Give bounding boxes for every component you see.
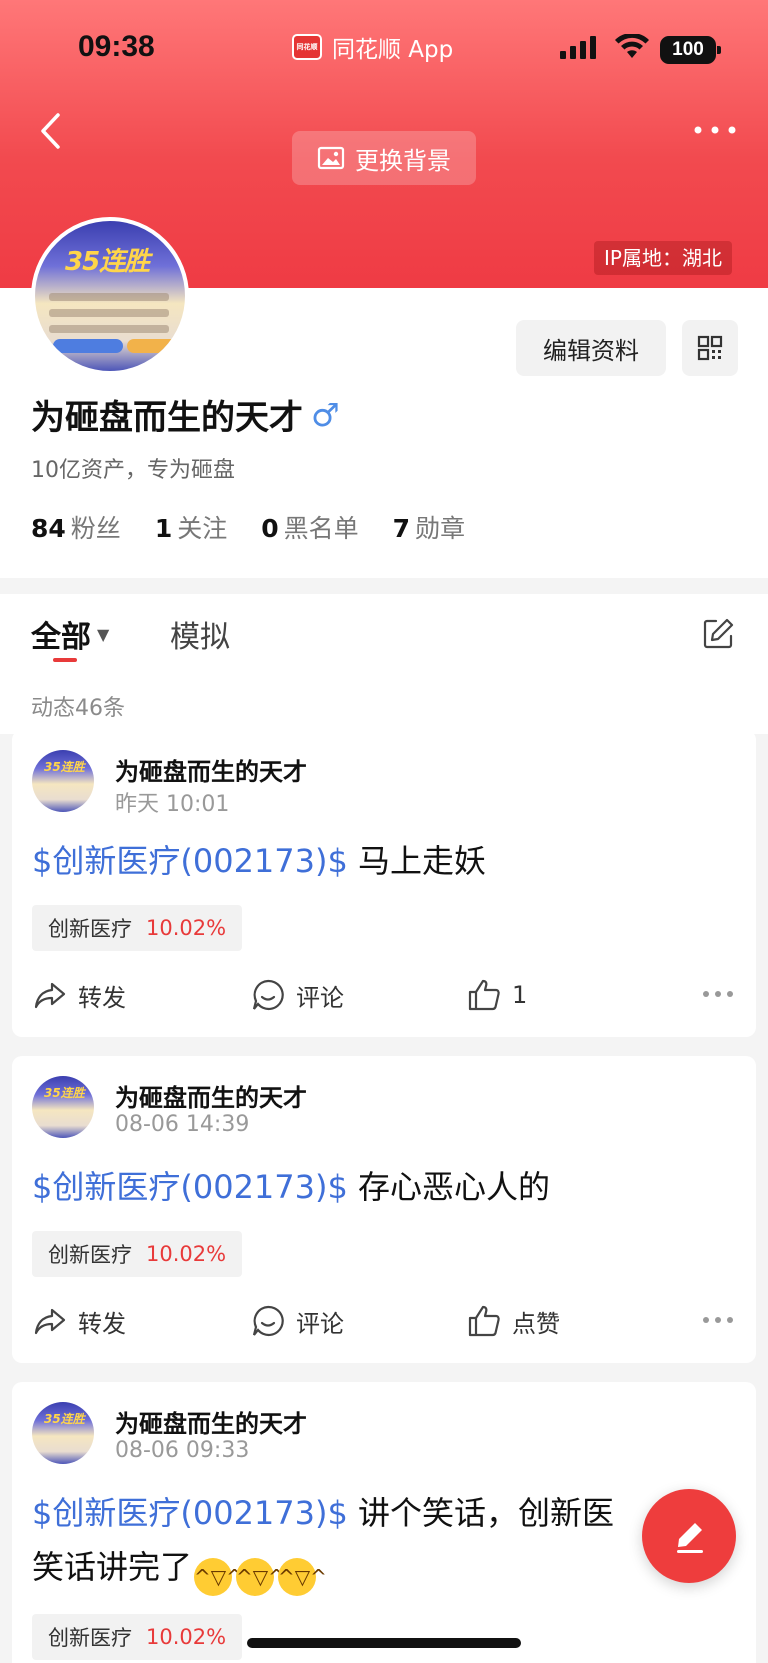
repost-button[interactable]: 转发 [32,1301,126,1341]
thumbs-up-icon [468,979,500,1011]
post-time: 08-06 14:39 [115,1112,250,1137]
image-icon [317,146,345,170]
post-time: 昨天 10:01 [115,792,230,817]
profile-bio: 10亿资产，专为砸盘 [31,458,235,483]
male-gender-icon: ♂ [311,395,340,434]
ip-location-badge: IP属地：湖北 [594,241,732,275]
pencil-icon [677,1523,703,1553]
tab-simulation[interactable]: 模拟 [170,612,230,656]
profile-stats: 84 粉丝 1 关注 0 黑名单 7 勋章 [31,509,465,545]
comment-icon [252,979,284,1011]
post-content[interactable]: $创新医疗(002173)$ 马上走妖 [32,834,736,888]
status-bar: 09:38 同花顺 同花顺 App 100 [0,0,768,100]
repost-button[interactable]: 转发 [32,975,126,1015]
stat-following[interactable]: 1 关注 [155,509,227,545]
stat-medals[interactable]: 7 勋章 [393,509,465,545]
tab-all[interactable]: 全部 ▼ [31,612,109,656]
post-more-icon[interactable] [700,1305,736,1335]
stock-link[interactable]: $创新医疗(002173)$ [32,1494,348,1532]
profile-nickname: 为砸盘而生的天才 ♂ [31,395,340,439]
stat-followers[interactable]: 84 粉丝 [31,509,121,545]
post-author[interactable]: 为砸盘而生的天才 [115,752,307,787]
post-content[interactable]: $创新医疗(002173)$ 存心恶心人的 [32,1160,736,1214]
edit-icon[interactable] [700,616,736,652]
qr-code-button[interactable] [682,320,738,376]
wifi-icon [615,34,649,58]
app-logo-icon: 同花顺 [292,34,322,60]
edit-profile-button[interactable]: 编辑资料 [516,320,666,376]
caret-down-icon: ▼ [97,624,110,644]
post-avatar[interactable]: 35连胜 [32,750,94,812]
stock-link[interactable]: $创新医疗(002173)$ [32,842,348,880]
back-button[interactable] [30,106,70,156]
comment-icon [252,1305,284,1337]
cellular-signal-icon [560,36,596,59]
share-icon [34,1308,66,1335]
stock-chip[interactable]: 创新医疗 10.02% [32,905,243,951]
like-button[interactable]: 1 [466,975,527,1015]
post-author[interactable]: 为砸盘而生的天才 [115,1404,307,1439]
stat-blacklist[interactable]: 0 黑名单 [261,509,358,545]
change-background-label: 更换背景 [355,146,451,175]
laughing-emoji-icon: ^▽^ [194,1558,243,1596]
thumbs-up-icon [468,1305,500,1337]
laughing-emoji-icon: ^▽^ [278,1558,327,1596]
comment-button[interactable]: 评论 [250,975,344,1015]
qr-code-icon [697,335,723,361]
post-card[interactable]: 35连胜 为砸盘而生的天才 昨天 10:01 $创新医疗(002173)$ 马上… [12,730,756,1037]
post-card[interactable]: 35连胜 为砸盘而生的天才 08-06 14:39 $创新医疗(002173)$… [12,1056,756,1363]
change-background-button[interactable]: 更换背景 [292,131,476,185]
stock-chip[interactable]: 创新医疗 10.02% [32,1614,243,1660]
post-actions: 转发 评论 1 [32,975,736,1015]
app-indicator[interactable]: 同花顺 同花顺 App [292,30,453,64]
post-count: 动态46条 [31,696,125,721]
new-post-fab[interactable] [642,1489,736,1583]
laughing-emoji-icon: ^▽^ [236,1558,285,1596]
comment-button[interactable]: 评论 [250,1301,344,1341]
post-content[interactable]: $创新医疗(002173)$ 讲个笑话，创新医 笑话讲完了 ^▽^^▽^^▽^ [32,1486,736,1596]
post-avatar[interactable]: 35连胜 [32,1076,94,1138]
post-avatar[interactable]: 35连胜 [32,1402,94,1464]
post-more-icon[interactable] [700,979,736,1009]
avatar[interactable]: 35连胜 [31,217,189,375]
stock-link[interactable]: $创新医疗(002173)$ [32,1168,348,1206]
post-actions: 转发 评论 点赞 [32,1301,736,1341]
like-button[interactable]: 点赞 [466,1301,560,1341]
app-name: 同花顺 App [332,37,454,63]
battery-icon: 100 [660,36,721,64]
active-tab-indicator [53,658,77,662]
post-time: 08-06 09:33 [115,1438,250,1463]
home-indicator [247,1638,521,1648]
more-options-icon[interactable] [690,110,740,150]
share-icon [34,982,66,1009]
status-time: 09:38 [78,30,155,63]
chevron-left-icon [41,113,60,149]
post-author[interactable]: 为砸盘而生的天才 [115,1078,307,1113]
stock-chip[interactable]: 创新医疗 10.02% [32,1231,243,1277]
